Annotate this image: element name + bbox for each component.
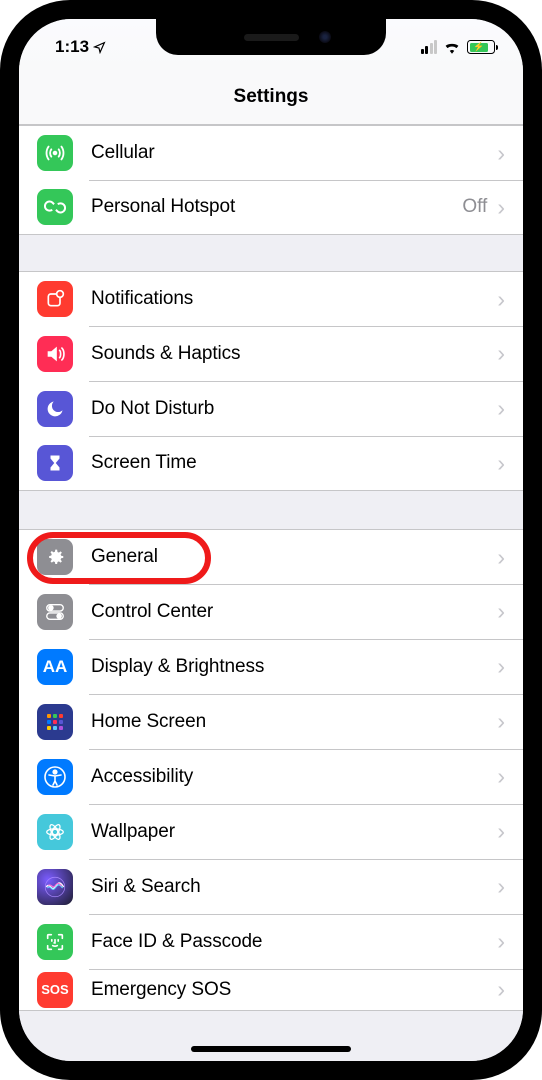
text-size-icon: AA (37, 649, 73, 685)
row-wallpaper[interactable]: Wallpaper › (19, 804, 523, 859)
settings-group-connectivity: Cellular › Personal Hotspot Off › (19, 125, 523, 235)
row-screen-time[interactable]: Screen Time › (19, 436, 523, 491)
toggles-icon (37, 594, 73, 630)
chevron-right-icon: › (497, 452, 505, 475)
row-label: Emergency SOS (91, 979, 497, 1001)
chevron-right-icon: › (497, 820, 505, 843)
row-label: Display & Brightness (91, 656, 497, 678)
row-control-center[interactable]: Control Center › (19, 584, 523, 639)
row-label: Screen Time (91, 452, 497, 474)
cellular-signal-icon (421, 40, 438, 54)
row-home-screen[interactable]: Home Screen › (19, 694, 523, 749)
row-siri-search[interactable]: Siri & Search › (19, 859, 523, 914)
row-value: Off (462, 196, 487, 218)
status-time: 1:13 (55, 37, 89, 57)
front-camera (319, 31, 331, 43)
row-label: Accessibility (91, 766, 497, 788)
wallpaper-icon (37, 814, 73, 850)
page-title: Settings (234, 86, 309, 108)
row-label: Sounds & Haptics (91, 343, 497, 365)
chevron-right-icon: › (497, 875, 505, 898)
settings-list[interactable]: Cellular › Personal Hotspot Off › (19, 125, 523, 1061)
row-label: Wallpaper (91, 821, 497, 843)
row-label: Cellular (91, 142, 497, 164)
row-do-not-disturb[interactable]: Do Not Disturb › (19, 381, 523, 436)
phone-frame: 1:13 ⚡ Settings C (0, 0, 542, 1080)
row-faceid-passcode[interactable]: Face ID & Passcode › (19, 914, 523, 969)
status-right: ⚡ (421, 34, 496, 54)
row-label: Face ID & Passcode (91, 931, 497, 953)
chevron-right-icon: › (497, 196, 505, 219)
chevron-right-icon: › (497, 397, 505, 420)
moon-icon (37, 391, 73, 427)
row-personal-hotspot[interactable]: Personal Hotspot Off › (19, 180, 523, 235)
home-indicator[interactable] (191, 1046, 351, 1052)
battery-icon: ⚡ (467, 40, 495, 54)
row-notifications[interactable]: Notifications › (19, 271, 523, 326)
row-sounds-haptics[interactable]: Sounds & Haptics › (19, 326, 523, 381)
notifications-icon (37, 281, 73, 317)
status-left: 1:13 (55, 31, 106, 57)
sounds-icon (37, 336, 73, 372)
row-emergency-sos[interactable]: SOS Emergency SOS › (19, 969, 523, 1011)
wifi-icon (443, 40, 461, 54)
screen: 1:13 ⚡ Settings C (19, 19, 523, 1061)
chevron-right-icon: › (497, 600, 505, 623)
row-display-brightness[interactable]: AA Display & Brightness › (19, 639, 523, 694)
gear-icon (37, 539, 73, 575)
chevron-right-icon: › (497, 655, 505, 678)
cellular-icon (37, 135, 73, 171)
row-label: Home Screen (91, 711, 497, 733)
row-accessibility[interactable]: Accessibility › (19, 749, 523, 804)
row-cellular[interactable]: Cellular › (19, 125, 523, 180)
row-label: Do Not Disturb (91, 398, 497, 420)
chevron-right-icon: › (497, 765, 505, 788)
row-label: Siri & Search (91, 876, 497, 898)
settings-group-alerts: Notifications › Sounds & Haptics › Do No… (19, 271, 523, 491)
chevron-right-icon: › (497, 288, 505, 311)
chevron-right-icon: › (497, 930, 505, 953)
chevron-right-icon: › (497, 710, 505, 733)
row-label: Control Center (91, 601, 497, 623)
sos-icon: SOS (37, 972, 73, 1008)
row-general[interactable]: General › (19, 529, 523, 584)
row-label: Personal Hotspot (91, 196, 462, 218)
nav-header: Settings (19, 69, 523, 125)
chevron-right-icon: › (497, 978, 505, 1001)
row-label: General (91, 546, 497, 568)
accessibility-icon (37, 759, 73, 795)
row-label: Notifications (91, 288, 497, 310)
notch (156, 19, 386, 55)
hourglass-icon (37, 445, 73, 481)
faceid-icon (37, 924, 73, 960)
settings-group-system: General › Control Center › AA Display & … (19, 529, 523, 1011)
earpiece-speaker (244, 34, 299, 41)
app-grid-icon (37, 704, 73, 740)
hotspot-icon (37, 189, 73, 225)
location-icon (93, 41, 106, 54)
siri-icon (37, 869, 73, 905)
chevron-right-icon: › (497, 546, 505, 569)
chevron-right-icon: › (497, 142, 505, 165)
chevron-right-icon: › (497, 342, 505, 365)
